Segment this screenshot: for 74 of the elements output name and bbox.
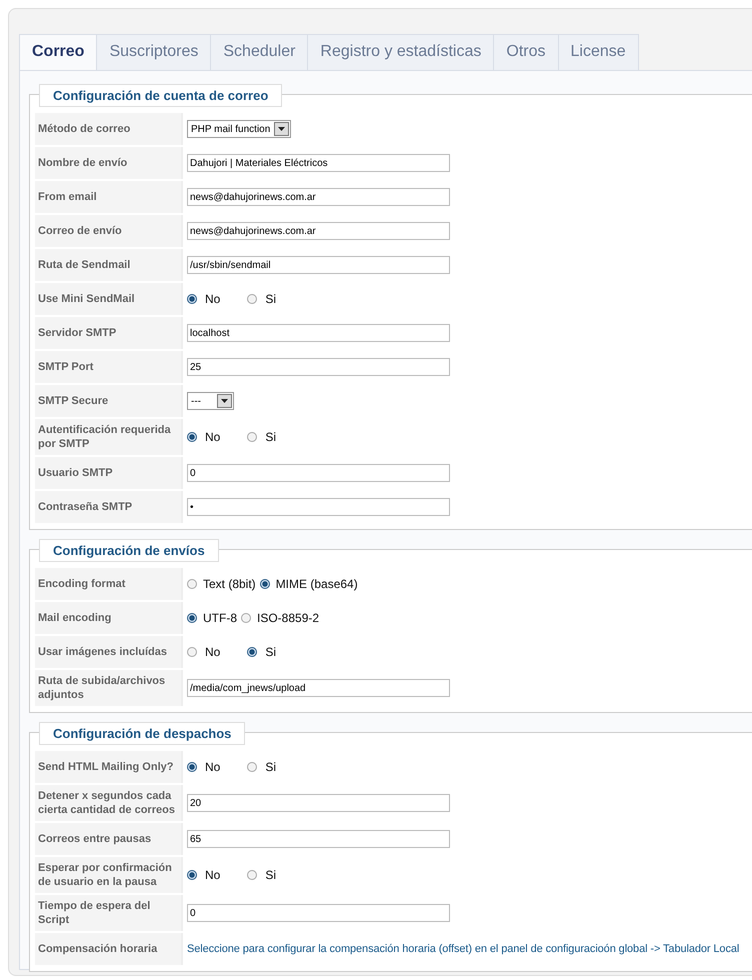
field-label: Esperar por confirmación de usuario en la pausa — [35, 857, 183, 893]
radio-label[interactable]: No — [205, 760, 220, 774]
input-field[interactable]: Dahujori | Materiales Eléctricos — [187, 154, 450, 172]
field-label: Correo de envío — [35, 215, 183, 247]
section-title: Configuración de despachos — [39, 722, 246, 745]
input-field[interactable]: 0 — [187, 464, 450, 482]
radio-label[interactable]: Si — [265, 760, 276, 774]
radio-button[interactable] — [241, 613, 251, 623]
tab[interactable]: License — [558, 34, 639, 70]
field-label: Correos entre pausas — [35, 823, 183, 855]
field-label: Servidor SMTP — [35, 317, 183, 349]
field-label: Use Mini SendMail — [35, 283, 183, 315]
field-label: Usuario SMTP — [35, 457, 183, 489]
radio-label[interactable]: ISO-8859-2 — [257, 611, 320, 625]
field-label: Encoding format — [35, 568, 183, 600]
input-field[interactable]: /usr/sbin/sendmail — [187, 256, 450, 274]
radio-button[interactable] — [187, 762, 197, 772]
tab[interactable]: Correo — [19, 34, 98, 70]
radio-button[interactable] — [187, 647, 197, 657]
field-label: Ruta de Sendmail — [35, 249, 183, 281]
dropdown[interactable]: PHP mail function — [187, 120, 292, 138]
field-label: Compensación horaria — [35, 933, 183, 965]
input-field[interactable]: 0 — [187, 904, 450, 922]
radio-label[interactable]: Si — [265, 292, 276, 306]
radio-button[interactable] — [247, 870, 258, 880]
radio-label[interactable]: No — [205, 430, 220, 444]
config-link[interactable]: Seleccione para configurar la compensación horaria (offset) en el panel de configuracioón global -> Tabulador Local — [187, 943, 740, 955]
tab[interactable]: Suscriptores — [96, 34, 212, 70]
field-label: Autentificación requerida por SMTP — [35, 419, 183, 455]
radio-button[interactable] — [187, 432, 197, 442]
field-label: Nombre de envío — [35, 147, 183, 179]
radio-button[interactable] — [187, 294, 197, 304]
radio-label[interactable]: Si — [265, 645, 276, 659]
field-label: Detener x segundos cada cierta cantidad de correos — [35, 785, 183, 821]
radio-label[interactable]: MIME (base64) — [276, 577, 358, 591]
field-label: Tiempo de espera del Script — [35, 895, 183, 931]
radio-label[interactable]: No — [205, 292, 220, 306]
radio-label[interactable]: UTF-8 — [203, 611, 237, 625]
dropdown[interactable]: --- — [187, 392, 234, 410]
radio-label[interactable]: Si — [265, 430, 276, 444]
input-field[interactable]: news@dahujorinews.com.ar — [187, 222, 450, 240]
field-label: Contraseña SMTP — [35, 491, 183, 523]
field-label: SMTP Secure — [35, 385, 183, 417]
tab[interactable]: Registro y estadísticas — [307, 34, 494, 70]
field-label: Método de correo — [35, 113, 183, 145]
radio-button[interactable] — [247, 647, 258, 657]
radio-label[interactable]: No — [205, 645, 220, 659]
section-title: Configuración de envíos — [39, 539, 219, 562]
radio-button[interactable] — [247, 432, 258, 442]
field-label: Mail encoding — [35, 602, 183, 634]
radio-button[interactable] — [260, 579, 270, 589]
radio-button[interactable] — [187, 579, 197, 589]
radio-button[interactable] — [247, 762, 258, 772]
radio-label[interactable]: Si — [265, 868, 276, 882]
radio-label[interactable]: No — [205, 868, 220, 882]
input-field[interactable]: 65 — [187, 830, 450, 848]
input-field[interactable]: /media/com_jnews/upload — [187, 679, 450, 697]
radio-button[interactable] — [187, 613, 197, 623]
input-field[interactable]: 20 — [187, 794, 450, 812]
field-label: Send HTML Mailing Only? — [35, 751, 183, 783]
tab[interactable]: Otros — [493, 34, 558, 70]
radio-button[interactable] — [247, 294, 258, 304]
tab[interactable]: Scheduler — [210, 34, 308, 70]
field-label: Ruta de subida/archivos adjuntos — [35, 670, 183, 706]
input-field[interactable]: localhost — [187, 324, 450, 342]
radio-button[interactable] — [187, 870, 197, 880]
field-label: Usar imágenes incluídas — [35, 636, 183, 668]
field-label: From email — [35, 181, 183, 213]
radio-label[interactable]: Text (8bit) — [203, 577, 256, 591]
input-field[interactable]: • — [187, 498, 450, 516]
field-label: SMTP Port — [35, 351, 183, 383]
section-title: Configuración de cuenta de correo — [39, 84, 282, 107]
input-field[interactable]: 25 — [187, 358, 450, 376]
input-field[interactable]: news@dahujorinews.com.ar — [187, 188, 450, 206]
